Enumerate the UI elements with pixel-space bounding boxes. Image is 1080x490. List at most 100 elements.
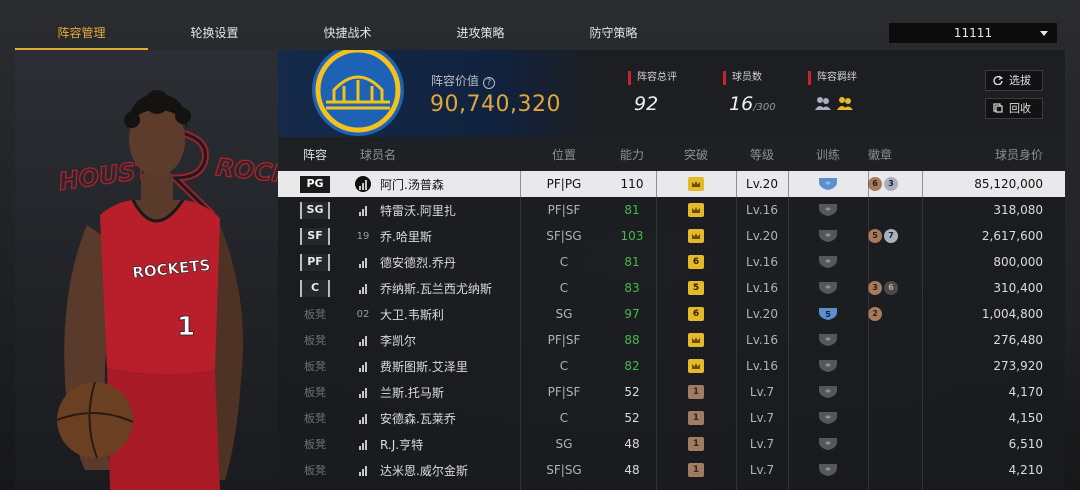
overall-value: 92 (634, 93, 659, 115)
slot-cell: PF (278, 253, 352, 271)
player-tier-icon (354, 409, 372, 427)
player-name: 达米恩.威尔金斯 (380, 463, 468, 478)
breakthrough-badge (688, 229, 704, 243)
training-cell (788, 255, 868, 269)
table-row[interactable]: 板凳 兰斯.托马斯 PF|SF 52 1 Lv.7 4,170 (278, 379, 1065, 405)
table-row[interactable]: 板凳 达米恩.威尔金斯 SF|SG 48 1 Lv.7 4,210 (278, 457, 1065, 483)
name-cell: 达米恩.威尔金斯 (352, 461, 520, 479)
breakthrough-cell: 1 (656, 385, 736, 399)
overall-cell: 103 (620, 229, 644, 243)
training-shield-icon (818, 385, 838, 399)
training-cell (788, 281, 868, 295)
lineup-value: 90,740,320 (430, 92, 561, 117)
bond-group-icon[interactable] (814, 94, 832, 112)
breakthrough-cell (656, 359, 736, 373)
slot-badge: C (300, 279, 330, 297)
name-cell: 02 大卫.韦斯利 (352, 305, 520, 323)
column-divider (922, 171, 923, 490)
bond-stat: 阵容羁绊 (808, 71, 857, 112)
table-row[interactable]: 板凳 李凯尔 PF|SF 88 Lv.16 276,480 (278, 327, 1065, 353)
position-cell: C (559, 411, 569, 425)
top-tab-bar: 阵容管理 轮换设置 快捷战术 进攻策略 防守策略 (15, 18, 680, 50)
position-cell: SG (555, 307, 573, 321)
tab-rotation-settings[interactable]: 轮换设置 (148, 18, 281, 50)
value-cell: 4,170 (1008, 385, 1043, 399)
level-cell: Lv.16 (746, 333, 778, 347)
recycle-button-label: 回收 (1009, 102, 1031, 115)
player-badge-icon[interactable]: 7 (884, 229, 898, 243)
player-tier-icon (354, 331, 372, 349)
level-cell: Lv.20 (746, 229, 778, 243)
tab-defense-strategy[interactable]: 防守策略 (547, 18, 680, 50)
recycle-button[interactable]: 回收 (985, 98, 1043, 119)
tab-quick-tactics[interactable]: 快捷战术 (281, 18, 414, 50)
player-badge-icon[interactable]: 2 (868, 307, 882, 321)
tab-lineup-management[interactable]: 阵容管理 (15, 18, 148, 50)
header-overall[interactable]: 能力 (608, 146, 656, 163)
breakthrough-cell: 1 (656, 463, 736, 477)
player-name: 李凯尔 (380, 333, 417, 348)
table-row[interactable]: 板凳 R.J.亨特 SG 48 1 Lv.7 6,510 (278, 431, 1065, 457)
header-badges[interactable]: 徽章 (868, 146, 922, 163)
player-count-number: 16 (729, 93, 754, 115)
level-cell: Lv.20 (746, 177, 778, 191)
jersey-number-label: 02 (356, 308, 370, 320)
breakthrough-badge: 1 (688, 463, 704, 477)
svg-text:5: 5 (825, 310, 831, 319)
slot-badge: PF (300, 253, 330, 271)
table-row[interactable]: SG 特雷沃.阿里扎 PF|SF 81 Lv.16 318,080 (278, 197, 1065, 223)
header-level[interactable]: 等级 (736, 146, 788, 163)
player-portrait-panel[interactable]: HOUST ROCK ROCKETS 1 (15, 50, 278, 490)
jersey-number-label: 19 (356, 230, 370, 242)
overall-cell: 81 (624, 203, 640, 217)
level-cell: Lv.16 (746, 203, 778, 217)
header-value[interactable]: 球员身价 (922, 146, 1065, 163)
value-cell: 273,920 (993, 359, 1043, 373)
help-icon[interactable]: ? (483, 77, 496, 89)
player-portrait: HOUST ROCK ROCKETS 1 (56, 90, 278, 490)
header-breakthrough[interactable]: 突破 (656, 146, 736, 163)
training-shield-icon (818, 359, 838, 373)
player-badge-icon[interactable]: 3 (884, 177, 898, 191)
header-training[interactable]: 训练 (788, 146, 868, 163)
filter-button[interactable]: 选拔 (985, 70, 1043, 91)
slot-bench-label: 板凳 (304, 464, 326, 477)
table-row[interactable]: 板凳 安德森.瓦莱乔 C 52 1 Lv.7 4,150 (278, 405, 1065, 431)
slot-cell: 板凳 (278, 410, 352, 426)
table-row[interactable]: 板凳 02 大卫.韦斯利 SG 97 6 Lv.20 5 2 1,004,800 (278, 301, 1065, 327)
training-shield-icon (818, 177, 838, 191)
header-name[interactable]: 球员名 (352, 146, 520, 163)
table-row[interactable]: PG 阿门.汤普森 PF|PG 110 Lv.20 6 3 85,120,000 (278, 171, 1065, 197)
table-row[interactable]: SF 19 乔.哈里斯 SF|SG 103 Lv.20 5 7 2,617,600 (278, 223, 1065, 249)
bond-icons[interactable] (808, 94, 857, 112)
table-row[interactable]: PF 德安德烈.乔丹 C 81 6 Lv.16 800,000 (278, 249, 1065, 275)
roster-table: 阵容 球员名 位置 能力 突破 等级 训练 徽章 球员身价 PG 阿门.汤普森 PF… (278, 137, 1065, 490)
table-row[interactable]: 板凳 费斯图斯.艾泽里 C 82 Lv.16 273,920 (278, 353, 1065, 379)
level-cell: Lv.7 (749, 385, 775, 399)
training-shield-icon (818, 281, 838, 295)
slot-bench-label: 板凳 (304, 386, 326, 399)
player-badge-icon[interactable]: 3 (868, 281, 882, 295)
player-badge-icon[interactable]: 6 (884, 281, 898, 295)
table-row[interactable]: C 乔纳斯.瓦兰西尤纳斯 C 83 5 Lv.16 3 6 310,400 (278, 275, 1065, 301)
team-dropdown[interactable]: 11111 (888, 22, 1058, 44)
breakthrough-badge (688, 359, 704, 373)
table-body: PG 阿门.汤普森 PF|PG 110 Lv.20 6 3 85,120,000 SG 特雷沃.阿… (278, 171, 1065, 483)
level-cell: Lv.7 (749, 411, 775, 425)
slot-bench-label: 板凳 (304, 334, 326, 347)
slot-bench-label: 板凳 (304, 308, 326, 321)
player-badge-icon[interactable]: 5 (868, 229, 882, 243)
breakthrough-badge (688, 333, 704, 347)
training-shield-icon (818, 255, 838, 269)
slot-cell: C (278, 279, 352, 297)
breakthrough-cell (656, 229, 736, 243)
header-position[interactable]: 位置 (520, 146, 608, 163)
tab-offense-strategy[interactable]: 进攻策略 (414, 18, 547, 50)
slot-cell: 板凳 (278, 436, 352, 452)
header-slot[interactable]: 阵容 (278, 146, 352, 163)
recycle-icon (993, 103, 1003, 113)
player-badge-icon[interactable]: 6 (868, 177, 882, 191)
bond-team-icon[interactable] (836, 94, 854, 112)
value-cell: 318,080 (993, 203, 1043, 217)
player-tier-icon (354, 279, 372, 297)
